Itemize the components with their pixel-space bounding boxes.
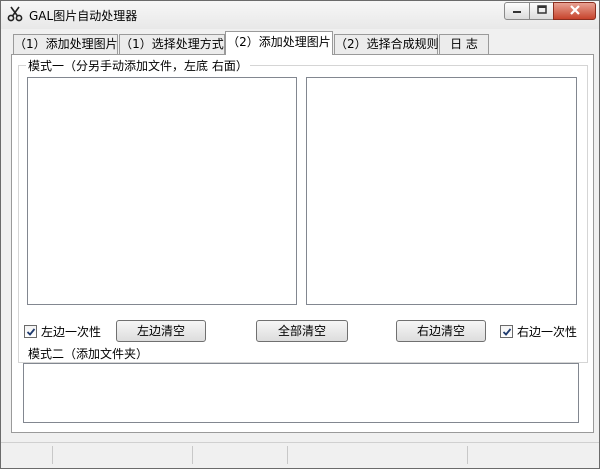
clear-left-button[interactable]: 左边清空 xyxy=(116,320,206,342)
tab-add-images-2[interactable]: （2）添加处理图片 xyxy=(225,31,333,55)
left-file-list[interactable] xyxy=(27,77,297,305)
title-bar: GAL图片自动处理器 xyxy=(1,1,599,29)
mode1-title: 模式一（分另手动添加文件，左底 右面） xyxy=(26,57,250,74)
status-segment xyxy=(53,446,193,464)
minimize-icon xyxy=(512,4,522,18)
checkbox-box[interactable] xyxy=(24,325,37,338)
maximize-button[interactable] xyxy=(529,2,554,20)
tab-select-method-1[interactable]: （1）选择处理方式 xyxy=(119,34,225,54)
right-file-list[interactable] xyxy=(306,77,577,305)
left-once-checkbox[interactable]: 左边一次性 xyxy=(24,323,101,340)
status-segment xyxy=(1,446,53,464)
clear-right-button[interactable]: 右边清空 xyxy=(396,320,486,342)
scissors-icon xyxy=(7,6,23,22)
right-once-checkbox[interactable]: 右边一次性 xyxy=(500,323,577,340)
window-title: GAL图片自动处理器 xyxy=(29,9,138,23)
mode2-title: 模式二（添加文件夹） xyxy=(26,345,151,362)
tab-panel: 模式一（分另手动添加文件，左底 右面） 左边一次性 左边清空 全部清空 右边清空… xyxy=(11,54,594,433)
tab-merge-rules-2[interactable]: （2）选择合成规则 xyxy=(334,34,439,54)
status-bar xyxy=(1,442,599,468)
close-button[interactable] xyxy=(553,2,596,20)
folder-list[interactable] xyxy=(23,363,579,423)
right-once-label: 右边一次性 xyxy=(517,325,578,339)
maximize-icon xyxy=(536,4,547,18)
tab-log[interactable]: 日 志 xyxy=(439,34,489,54)
left-once-label: 左边一次性 xyxy=(41,325,102,339)
tab-add-images-1[interactable]: （1）添加处理图片 xyxy=(13,34,118,54)
clear-all-button[interactable]: 全部清空 xyxy=(256,320,348,342)
main-window: GAL图片自动处理器 （1）添加处理图片 （1）选择处理方式 （2）添加处理图片… xyxy=(0,0,600,469)
minimize-button[interactable] xyxy=(504,2,530,20)
status-segment xyxy=(193,446,288,464)
status-segment xyxy=(288,446,468,464)
checkbox-box[interactable] xyxy=(500,325,513,338)
close-icon xyxy=(569,4,581,19)
